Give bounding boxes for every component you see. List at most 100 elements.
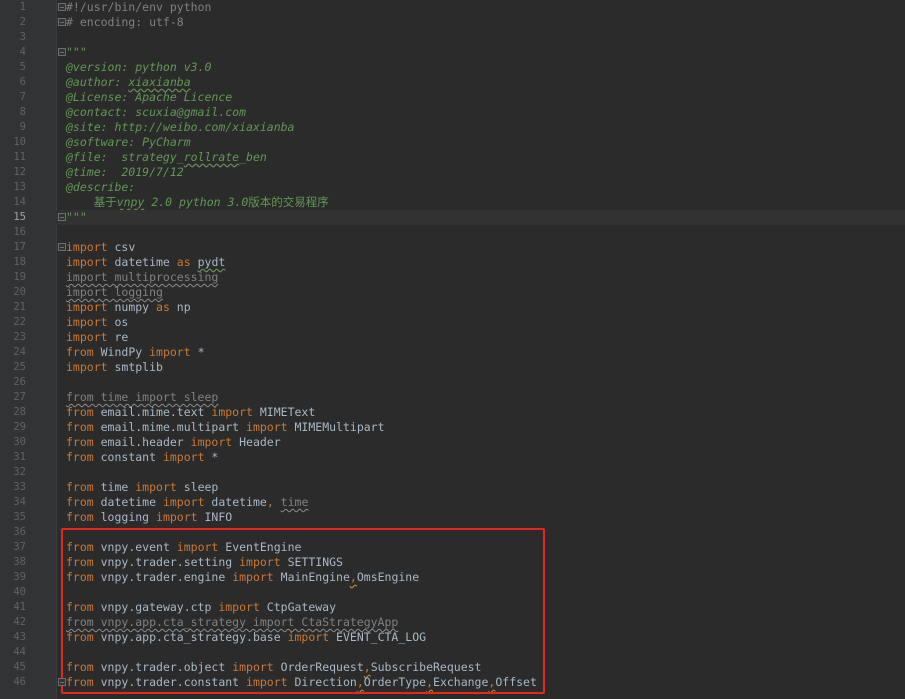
line-number[interactable]: 5 — [0, 60, 56, 75]
line-number[interactable]: 13 — [0, 180, 56, 195]
line-number[interactable]: 22 — [0, 315, 56, 330]
line-number[interactable]: 26 — [0, 375, 56, 390]
line-number[interactable]: 7 — [0, 90, 56, 105]
line-number[interactable]: 16 — [0, 225, 56, 240]
line-number[interactable]: 42 — [0, 615, 56, 630]
code-line[interactable]: from vnpy.trader.constant import Directi… — [56, 675, 905, 690]
code-line[interactable]: @version: python v3.0 — [56, 60, 905, 75]
code-line[interactable] — [56, 465, 905, 480]
code-line[interactable]: @file: strategy_rollrate_ben — [56, 150, 905, 165]
fold-toggle-icon[interactable] — [57, 675, 66, 690]
code-line[interactable]: @site: http://weibo.com/xiaxianba — [56, 120, 905, 135]
line-number[interactable]: 17 — [0, 240, 56, 255]
line-number[interactable]: 20 — [0, 285, 56, 300]
code-line[interactable] — [56, 645, 905, 660]
code-line[interactable]: from vnpy.gateway.ctp import CtpGateway — [56, 600, 905, 615]
code-area[interactable]: #!/usr/bin/env python # encoding: utf-8 ""… — [56, 0, 905, 699]
line-number[interactable]: 25 — [0, 360, 56, 375]
line-number[interactable]: 41 — [0, 600, 56, 615]
line-number[interactable]: 8 — [0, 105, 56, 120]
line-number[interactable]: 33 — [0, 480, 56, 495]
line-number[interactable]: 27 — [0, 390, 56, 405]
code-editor[interactable]: 1 2 3 4 5 6 7 8 9 10 11 12 13 14 15 16 17 18 19 20 21 22 23 24 2… — [0, 0, 905, 699]
line-number[interactable]: 3 — [0, 30, 56, 45]
line-number[interactable]: 36 — [0, 525, 56, 540]
fold-toggle-icon[interactable] — [57, 15, 66, 30]
line-number[interactable]: 45 — [0, 660, 56, 675]
line-number[interactable]: 34 — [0, 495, 56, 510]
line-number[interactable]: 6 — [0, 75, 56, 90]
code-line[interactable] — [56, 525, 905, 540]
code-line[interactable]: @License: Apache Licence — [56, 90, 905, 105]
line-number[interactable]: 31 — [0, 450, 56, 465]
line-number[interactable]: 37 — [0, 540, 56, 555]
fold-toggle-icon[interactable] — [57, 0, 66, 15]
code-line[interactable]: import smtplib — [56, 360, 905, 375]
line-number[interactable]: 46 — [0, 675, 56, 690]
code-line[interactable]: import datetime as pydt — [56, 255, 905, 270]
code-line[interactable]: import re — [56, 330, 905, 345]
code-line[interactable]: from vnpy.app.cta_strategy import CtaStr… — [56, 615, 905, 630]
fold-toggle-icon[interactable] — [57, 240, 66, 255]
line-number[interactable]: 39 — [0, 570, 56, 585]
code-line[interactable]: from vnpy.app.cta_strategy.base import E… — [56, 630, 905, 645]
code-line[interactable] — [56, 585, 905, 600]
code-line[interactable] — [56, 375, 905, 390]
code-line[interactable]: #!/usr/bin/env python — [56, 0, 905, 15]
line-number[interactable]: 32 — [0, 465, 56, 480]
code-line[interactable]: import csv — [56, 240, 905, 255]
line-number[interactable]: 38 — [0, 555, 56, 570]
code-line[interactable]: import numpy as np — [56, 300, 905, 315]
code-line[interactable]: from logging import INFO — [56, 510, 905, 525]
line-number[interactable]: 2 — [0, 15, 56, 30]
line-number[interactable]: 30 — [0, 435, 56, 450]
line-number[interactable]: 9 — [0, 120, 56, 135]
line-number[interactable]: 24 — [0, 345, 56, 360]
code-line[interactable]: from email.mime.multipart import MIMEMul… — [56, 420, 905, 435]
code-line[interactable]: from constant import * — [56, 450, 905, 465]
code-line[interactable]: import multiprocessing — [56, 270, 905, 285]
code-line[interactable]: from vnpy.trader.object import OrderRequ… — [56, 660, 905, 675]
code-line[interactable]: @software: PyCharm — [56, 135, 905, 150]
code-line[interactable]: from datetime import datetime, time — [56, 495, 905, 510]
code-line[interactable]: import os — [56, 315, 905, 330]
line-number-gutter[interactable]: 1 2 3 4 5 6 7 8 9 10 11 12 13 14 15 16 17 18 19 20 21 22 23 24 2… — [0, 0, 57, 699]
code-line[interactable]: """ — [56, 210, 905, 225]
code-line[interactable]: from vnpy.trader.setting import SETTINGS — [56, 555, 905, 570]
line-number[interactable]: 44 — [0, 645, 56, 660]
code-line[interactable]: from vnpy.event import EventEngine — [56, 540, 905, 555]
line-number[interactable]: 35 — [0, 510, 56, 525]
line-number[interactable]: 21 — [0, 300, 56, 315]
code-line[interactable]: """ — [56, 45, 905, 60]
line-number[interactable]: 15 — [0, 210, 56, 225]
line-number[interactable]: 40 — [0, 585, 56, 600]
code-line[interactable]: @describe: — [56, 180, 905, 195]
line-number[interactable]: 43 — [0, 630, 56, 645]
code-line[interactable]: from vnpy.trader.engine import MainEngin… — [56, 570, 905, 585]
line-number[interactable]: 14 — [0, 195, 56, 210]
code-line[interactable] — [56, 30, 905, 45]
code-line[interactable]: from email.mime.text import MIMEText — [56, 405, 905, 420]
code-line[interactable]: @time: 2019/7/12 — [56, 165, 905, 180]
code-line[interactable]: from email.header import Header — [56, 435, 905, 450]
fold-toggle-icon[interactable] — [57, 210, 66, 225]
code-line[interactable] — [56, 225, 905, 240]
line-number[interactable]: 12 — [0, 165, 56, 180]
fold-toggle-icon[interactable] — [57, 45, 66, 60]
line-number[interactable]: 19 — [0, 270, 56, 285]
line-number[interactable]: 29 — [0, 420, 56, 435]
code-line[interactable]: from WindPy import * — [56, 345, 905, 360]
code-line[interactable]: @contact: scuxia@gmail.com — [56, 105, 905, 120]
code-line[interactable]: # encoding: utf-8 — [56, 15, 905, 30]
line-number[interactable]: 18 — [0, 255, 56, 270]
line-number[interactable]: 1 — [0, 0, 56, 15]
line-number[interactable]: 28 — [0, 405, 56, 420]
line-number[interactable]: 4 — [0, 45, 56, 60]
line-number[interactable]: 10 — [0, 135, 56, 150]
line-number[interactable]: 11 — [0, 150, 56, 165]
code-line[interactable]: from time import sleep — [56, 390, 905, 405]
code-line[interactable]: 基于vnpy 2.0 python 3.0版本的交易程序 — [56, 195, 905, 210]
code-line[interactable]: from time import sleep — [56, 480, 905, 495]
code-line[interactable]: import logging — [56, 285, 905, 300]
line-number[interactable]: 23 — [0, 330, 56, 345]
